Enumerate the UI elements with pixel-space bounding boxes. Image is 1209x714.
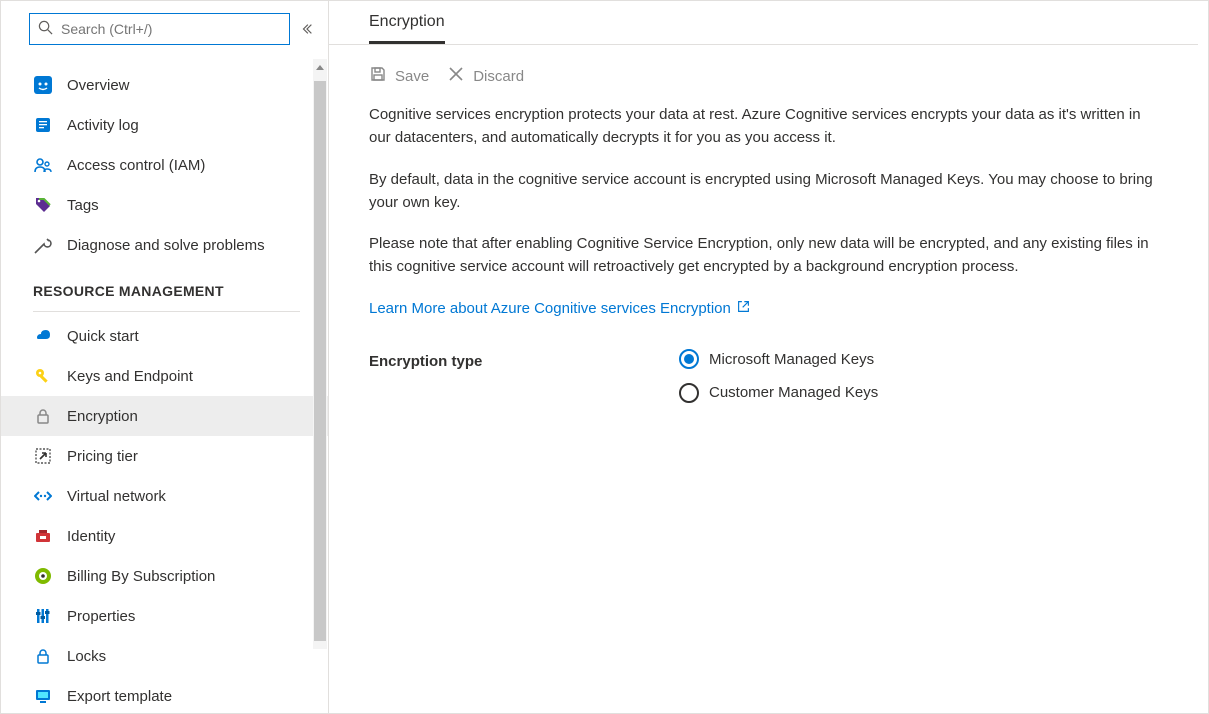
- sidebar-item-identity[interactable]: Identity: [1, 516, 328, 556]
- nav-label: Billing By Subscription: [67, 568, 215, 585]
- search-box[interactable]: [29, 13, 290, 45]
- encryption-type-label: Encryption type: [369, 348, 679, 405]
- toolbar: Save Discard: [329, 45, 1198, 99]
- sidebar-item-billing[interactable]: Billing By Subscription: [1, 556, 328, 596]
- learn-more-link[interactable]: Learn More about Azure Cognitive service…: [369, 297, 750, 320]
- sidebar-item-overview[interactable]: Overview: [1, 65, 328, 105]
- nav-label: Quick start: [67, 328, 139, 345]
- description-paragraph-1: Cognitive services encryption protects y…: [369, 103, 1158, 150]
- tags-icon: [33, 195, 53, 215]
- external-link-icon: [737, 297, 750, 320]
- lock-icon: [33, 406, 53, 426]
- scroll-up-arrow[interactable]: [315, 63, 325, 73]
- export-template-icon: [33, 686, 53, 706]
- sidebar-item-locks[interactable]: Locks: [1, 636, 328, 676]
- nav-label: Diagnose and solve problems: [67, 237, 265, 254]
- sidebar-item-pricing-tier[interactable]: Pricing tier: [1, 436, 328, 476]
- radio-microsoft-managed-keys[interactable]: Microsoft Managed Keys: [679, 348, 878, 371]
- radio-unselected-icon: [679, 383, 699, 403]
- save-label: Save: [395, 68, 429, 85]
- nav-label: Activity log: [67, 117, 139, 134]
- save-icon: [369, 65, 387, 87]
- nav-label: Virtual network: [67, 488, 166, 505]
- radio-label: Microsoft Managed Keys: [709, 348, 874, 371]
- nav-label: Properties: [67, 608, 135, 625]
- activity-log-icon: [33, 115, 53, 135]
- sidebar-item-encryption[interactable]: Encryption: [1, 396, 328, 436]
- quick-start-icon: [33, 326, 53, 346]
- section-header-resource-management: RESOURCE MANAGEMENT: [1, 265, 328, 307]
- sidebar-item-quick-start[interactable]: Quick start: [1, 316, 328, 356]
- nav-list: Overview Activity log Access control (IA…: [1, 51, 328, 713]
- identity-icon: [33, 526, 53, 546]
- sidebar-item-properties[interactable]: Properties: [1, 596, 328, 636]
- radio-customer-managed-keys[interactable]: Customer Managed Keys: [679, 381, 878, 404]
- key-icon: [33, 366, 53, 386]
- discard-label: Discard: [473, 68, 524, 85]
- radio-label: Customer Managed Keys: [709, 381, 878, 404]
- learn-more-label: Learn More about Azure Cognitive service…: [369, 297, 731, 320]
- nav-label: Access control (IAM): [67, 157, 205, 174]
- access-control-icon: [33, 155, 53, 175]
- radio-selected-icon: [679, 349, 699, 369]
- description-paragraph-2: By default, data in the cognitive servic…: [369, 168, 1158, 215]
- discard-button[interactable]: Discard: [447, 65, 524, 87]
- sidebar-item-export-template[interactable]: Export template: [1, 676, 328, 713]
- sidebar-scrollbar[interactable]: [313, 59, 327, 649]
- nav-label: Locks: [67, 648, 106, 665]
- sidebar-item-activity-log[interactable]: Activity log: [1, 105, 328, 145]
- nav-label: Identity: [67, 528, 115, 545]
- tabs: Encryption: [329, 1, 1198, 45]
- description-paragraph-3: Please note that after enabling Cognitiv…: [369, 232, 1158, 279]
- search-input[interactable]: [61, 21, 281, 37]
- scrollbar-thumb[interactable]: [314, 81, 326, 641]
- sidebar-item-keys-endpoint[interactable]: Keys and Endpoint: [1, 356, 328, 396]
- main-content: Encryption Save Discard Cognitive servic…: [329, 1, 1208, 713]
- sidebar-item-virtual-network[interactable]: Virtual network: [1, 476, 328, 516]
- sidebar-item-access-control[interactable]: Access control (IAM): [1, 145, 328, 185]
- nav-label: Export template: [67, 688, 172, 705]
- save-button[interactable]: Save: [369, 65, 429, 87]
- nav-label: Tags: [67, 197, 99, 214]
- collapse-sidebar-button[interactable]: [296, 18, 318, 40]
- pricing-tier-icon: [33, 446, 53, 466]
- encryption-type-row: Encryption type Microsoft Managed Keys C…: [369, 348, 1158, 405]
- locks-icon: [33, 646, 53, 666]
- nav-label: Pricing tier: [67, 448, 138, 465]
- nav-label: Overview: [67, 77, 130, 94]
- overview-icon: [33, 75, 53, 95]
- sidebar: Overview Activity log Access control (IA…: [1, 1, 329, 713]
- content-body: Cognitive services encryption protects y…: [329, 99, 1198, 404]
- encryption-type-radiogroup: Microsoft Managed Keys Customer Managed …: [679, 348, 878, 405]
- diagnose-icon: [33, 235, 53, 255]
- sidebar-item-diagnose[interactable]: Diagnose and solve problems: [1, 225, 328, 265]
- properties-icon: [33, 606, 53, 626]
- billing-icon: [33, 566, 53, 586]
- sidebar-item-tags[interactable]: Tags: [1, 185, 328, 225]
- search-icon: [38, 20, 53, 38]
- section-divider: [33, 311, 300, 312]
- nav-label: Encryption: [67, 408, 138, 425]
- discard-icon: [447, 65, 465, 87]
- nav-label: Keys and Endpoint: [67, 368, 193, 385]
- search-row: [1, 1, 328, 51]
- virtual-network-icon: [33, 486, 53, 506]
- tab-encryption[interactable]: Encryption: [369, 13, 445, 44]
